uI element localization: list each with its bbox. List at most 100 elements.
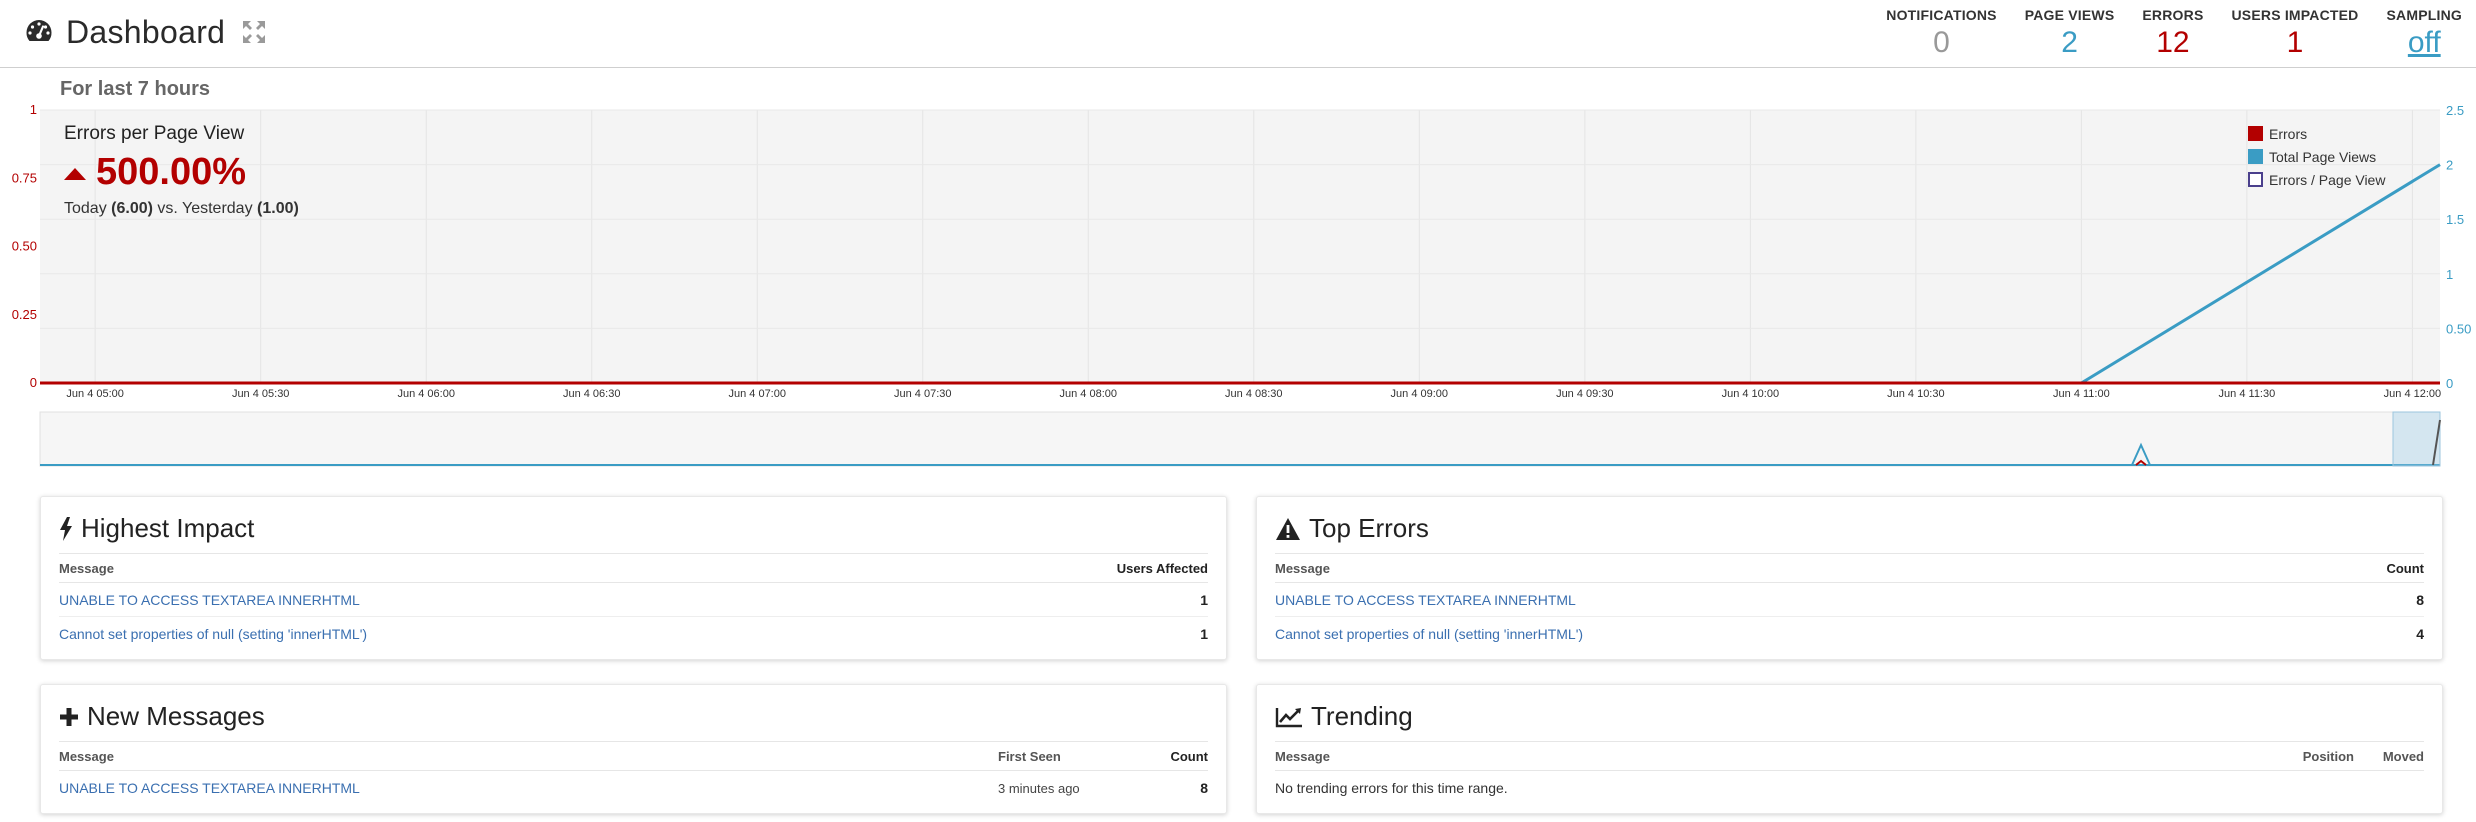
x-tick-label: Jun 4 11:30: [2219, 388, 2276, 400]
error-link[interactable]: Cannot set properties of null (setting '…: [1275, 626, 1583, 642]
col-message: Message: [59, 560, 114, 576]
stat-users-impacted[interactable]: USERS IMPACTED 1: [2218, 6, 2373, 66]
table-row: UNABLE TO ACCESS TEXTAREA INNERHTML 3 mi…: [59, 771, 1208, 805]
x-tick-label: Jun 4 09:30: [1556, 388, 1614, 400]
right-axis-tick: 1: [2446, 267, 2453, 282]
caret-up-icon: [64, 167, 86, 180]
table-header: Message First Seen Count: [59, 741, 1208, 771]
col-moved: Moved: [2382, 748, 2424, 764]
left-axis-tick: 0.75: [12, 170, 37, 185]
new-messages-title: New Messages: [87, 701, 265, 731]
x-tick-label: Jun 4 05:00: [66, 388, 124, 400]
chart-legend: Errors Total Page Views Errors / Page View: [2248, 122, 2385, 191]
x-tick-label: Jun 4 11:00: [2053, 388, 2110, 400]
error-link[interactable]: UNABLE TO ACCESS TEXTAREA INNERHTML: [59, 780, 360, 796]
top-errors-table: Message Count UNABLE TO ACCESS TEXTAREA …: [1275, 553, 2424, 651]
stat-label: ERRORS: [2142, 7, 2204, 23]
plot-background: [40, 110, 2440, 383]
right-axis-tick: 2: [2446, 158, 2453, 173]
x-tick-label: Jun 4 12:00: [2384, 388, 2442, 400]
x-tick-label: Jun 4 06:00: [397, 388, 455, 400]
error-link[interactable]: Cannot set properties of null (setting '…: [59, 626, 367, 642]
table-row: UNABLE TO ACCESS TEXTAREA INNERHTML 8: [1275, 583, 2424, 617]
count-value: 4: [2416, 626, 2424, 642]
kpi-percent: 500.00%: [96, 151, 247, 193]
col-users-affected: Users Affected: [1116, 560, 1208, 576]
legend-item[interactable]: Errors / Page View: [2248, 168, 2385, 191]
stat-label: NOTIFICATIONS: [1886, 7, 1997, 23]
table-row: Cannot set properties of null (setting '…: [59, 617, 1208, 651]
stat-page-views[interactable]: PAGE VIEWS 2: [2011, 6, 2129, 66]
left-axis-tick: 0: [30, 375, 37, 390]
stat-value: 0: [1933, 26, 1950, 59]
kpi-vs-label: vs. Yesterday: [157, 200, 253, 217]
table-header: Message Users Affected: [59, 553, 1208, 583]
x-tick-label: Jun 4 10:30: [1887, 388, 1945, 400]
col-message: Message: [59, 748, 114, 764]
trending-table: Message Position Moved No trending error…: [1275, 741, 2424, 805]
table-row: UNABLE TO ACCESS TEXTAREA INNERHTML 1: [59, 583, 1208, 617]
table-row: No trending errors for this time range.: [1275, 771, 2424, 805]
navigator-selection[interactable]: [2392, 411, 2441, 467]
kpi-box: Errors per Page View 500.00% Today (6.00…: [64, 123, 299, 218]
stat-sampling[interactable]: SAMPLING off: [2373, 6, 2476, 66]
error-link[interactable]: UNABLE TO ACCESS TEXTAREA INNERHTML: [1275, 592, 1576, 608]
x-tick-label: Jun 4 05:30: [232, 388, 290, 400]
col-count: Count: [2386, 560, 2424, 576]
stat-value: 12: [2156, 26, 2190, 59]
kpi-value: 500.00%: [64, 151, 299, 194]
left-axis-tick: 0.50: [12, 239, 37, 254]
top-errors-title: Top Errors: [1309, 513, 1429, 543]
table-header: Message Position Moved: [1275, 741, 2424, 771]
bolt-icon: [60, 516, 72, 541]
table-row: Cannot set properties of null (setting '…: [1275, 617, 2424, 651]
legend-swatch: [2248, 126, 2263, 141]
kpi-today-label: Today: [64, 200, 107, 217]
stat-notifications[interactable]: NOTIFICATIONS 0: [1872, 6, 2010, 66]
users-affected-value: 1: [1200, 626, 1208, 642]
stat-errors[interactable]: ERRORS 12: [2128, 6, 2217, 66]
right-axis-tick: 0: [2446, 376, 2453, 391]
right-axis-tick: 2.5: [2446, 103, 2464, 118]
title-wrap: Dashboard: [24, 10, 267, 54]
legend-item[interactable]: Errors: [2248, 122, 2385, 145]
stat-label: PAGE VIEWS: [2024, 7, 2115, 23]
warning-icon: [1276, 517, 1300, 540]
errors-chart[interactable]: Jun 4 05:00 Jun 4 05:30 Jun 4 06:00 Jun 4 0…: [0, 100, 2476, 472]
legend-swatch: [2248, 149, 2263, 164]
x-tick-label: Jun 4 10:00: [1722, 388, 1780, 400]
kpi-compare: Today (6.00) vs. Yesterday (1.00): [64, 200, 299, 218]
stats-bar: NOTIFICATIONS 0 PAGE VIEWS 2 ERRORS 12 USERS I…: [1872, 6, 2476, 66]
error-link[interactable]: UNABLE TO ACCESS TEXTAREA INNERHTML: [59, 592, 360, 608]
time-range-label: For last 7 hours: [60, 78, 211, 100]
header-bar: Dashboard NOTIFICATIONS 0 PAGE VIEWS 2 ERROR…: [0, 0, 2476, 68]
col-position: Position: [2302, 748, 2354, 764]
top-errors-panel: Top Errors Message Count UNABLE TO ACCES…: [1256, 496, 2443, 660]
highest-impact-panel: Highest Impact Message Users Affected UN…: [40, 496, 1227, 660]
gauge-icon: [26, 20, 52, 41]
panel-title: New Messages: [59, 701, 265, 732]
first-seen-value: 3 minutes ago: [998, 780, 1080, 796]
stat-label: USERS IMPACTED: [2231, 7, 2359, 23]
x-tick-label: Jun 4 07:00: [728, 388, 786, 400]
new-messages-table: Message First Seen Count UNABLE TO ACCES…: [59, 741, 1208, 805]
legend-item[interactable]: Total Page Views: [2248, 145, 2385, 168]
stat-label: SAMPLING: [2386, 7, 2462, 23]
right-axis-tick: 0.50: [2446, 321, 2471, 336]
table-header: Message Count: [1275, 553, 2424, 583]
page-title: Dashboard: [66, 13, 226, 50]
highest-impact-table: Message Users Affected UNABLE TO ACCESS …: [59, 553, 1208, 651]
panel-title: Highest Impact: [59, 513, 254, 544]
expand-arrows-icon[interactable]: [241, 19, 267, 45]
count-value: 8: [2416, 591, 2424, 608]
stat-value: 2: [2061, 26, 2078, 59]
plus-icon: [60, 707, 78, 726]
panel-title: Trending: [1275, 701, 1413, 732]
highest-impact-title: Highest Impact: [81, 513, 255, 543]
kpi-today-value: (6.00): [111, 200, 153, 217]
col-message: Message: [1275, 560, 1330, 576]
col-message: Message: [1275, 748, 1330, 764]
x-tick-label: Jun 4 09:00: [1391, 388, 1449, 400]
kpi-title: Errors per Page View: [64, 123, 245, 144]
count-value: 8: [1200, 780, 1208, 796]
